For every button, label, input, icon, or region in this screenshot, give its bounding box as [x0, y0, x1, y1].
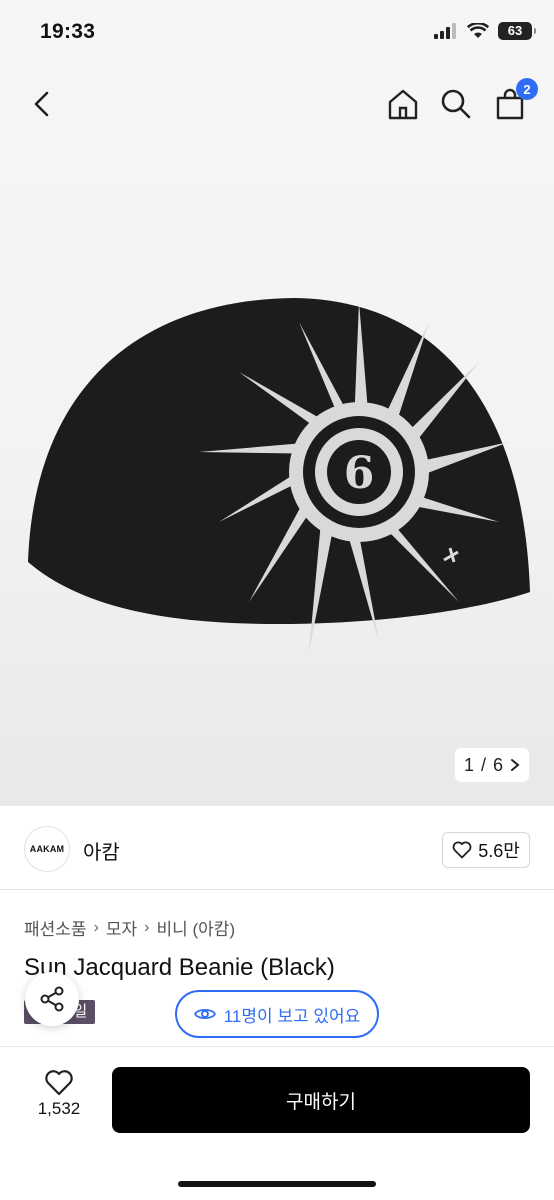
brand-row: AAKAM 아캄 5.6만: [0, 806, 554, 890]
top-nav: 2: [0, 70, 554, 140]
share-icon: [40, 986, 64, 1012]
home-button[interactable]: [383, 84, 423, 124]
breadcrumb-item[interactable]: 비니 (아캄): [157, 915, 236, 940]
brand-name[interactable]: 아캄: [83, 836, 120, 865]
signal-icon: [434, 23, 456, 39]
chevron-right-icon: ›: [93, 918, 99, 936]
home-indicator: [178, 1181, 376, 1187]
viewing-text: 11명이 보고 있어요: [223, 1006, 361, 1026]
status-bar: 19:33 63: [0, 0, 554, 68]
viewing-count-pill: 11명이 보고 있어요: [175, 990, 379, 1038]
chevron-right-icon: ›: [144, 918, 150, 936]
brand-like-count: 5.6만: [478, 841, 520, 861]
share-button[interactable]: [25, 972, 79, 1026]
home-icon: [388, 89, 418, 120]
wishlist-button[interactable]: 1,532: [30, 1069, 88, 1119]
breadcrumb: 패션소품 › 모자 › 비니 (아캄): [24, 915, 235, 940]
wishlist-count: 1,532: [37, 1099, 81, 1118]
image-pager[interactable]: 1 / 6: [455, 748, 529, 782]
breadcrumb-item[interactable]: 모자: [106, 915, 137, 940]
brand-like-button[interactable]: 5.6만: [442, 832, 530, 868]
heart-icon: [452, 841, 472, 859]
back-button[interactable]: [22, 84, 62, 124]
chevron-right-icon: [511, 759, 520, 771]
bottom-action-bar: 1,532 구매하기: [0, 1046, 554, 1200]
battery-indicator: 63: [498, 22, 536, 40]
breadcrumb-item[interactable]: 패션소품: [24, 915, 87, 940]
product-title: Sun Jacquard Beanie (Black): [24, 954, 335, 981]
pager-separator: /: [480, 754, 486, 775]
status-icons: 63: [434, 22, 536, 40]
product-image: 6: [28, 298, 530, 652]
chevron-left-icon: [34, 91, 49, 117]
brand-logo[interactable]: AAKAM: [24, 826, 70, 872]
cart-button[interactable]: 2: [490, 78, 538, 124]
brand-logo-text: AAKAM: [29, 844, 65, 854]
buy-button-label: 구매하기: [286, 1091, 356, 1113]
pager-total: 6: [493, 754, 504, 775]
cart-count-badge: 2: [516, 78, 538, 100]
wifi-icon: [467, 23, 489, 38]
eye-icon: [193, 1008, 216, 1020]
svg-text:6: 6: [344, 448, 375, 499]
heart-icon: [45, 1070, 73, 1096]
search-icon: [441, 89, 471, 119]
status-time: 19:33: [40, 20, 96, 43]
buy-button[interactable]: 구매하기: [112, 1067, 530, 1133]
search-button[interactable]: [436, 84, 476, 124]
pager-current: 1: [463, 754, 474, 775]
